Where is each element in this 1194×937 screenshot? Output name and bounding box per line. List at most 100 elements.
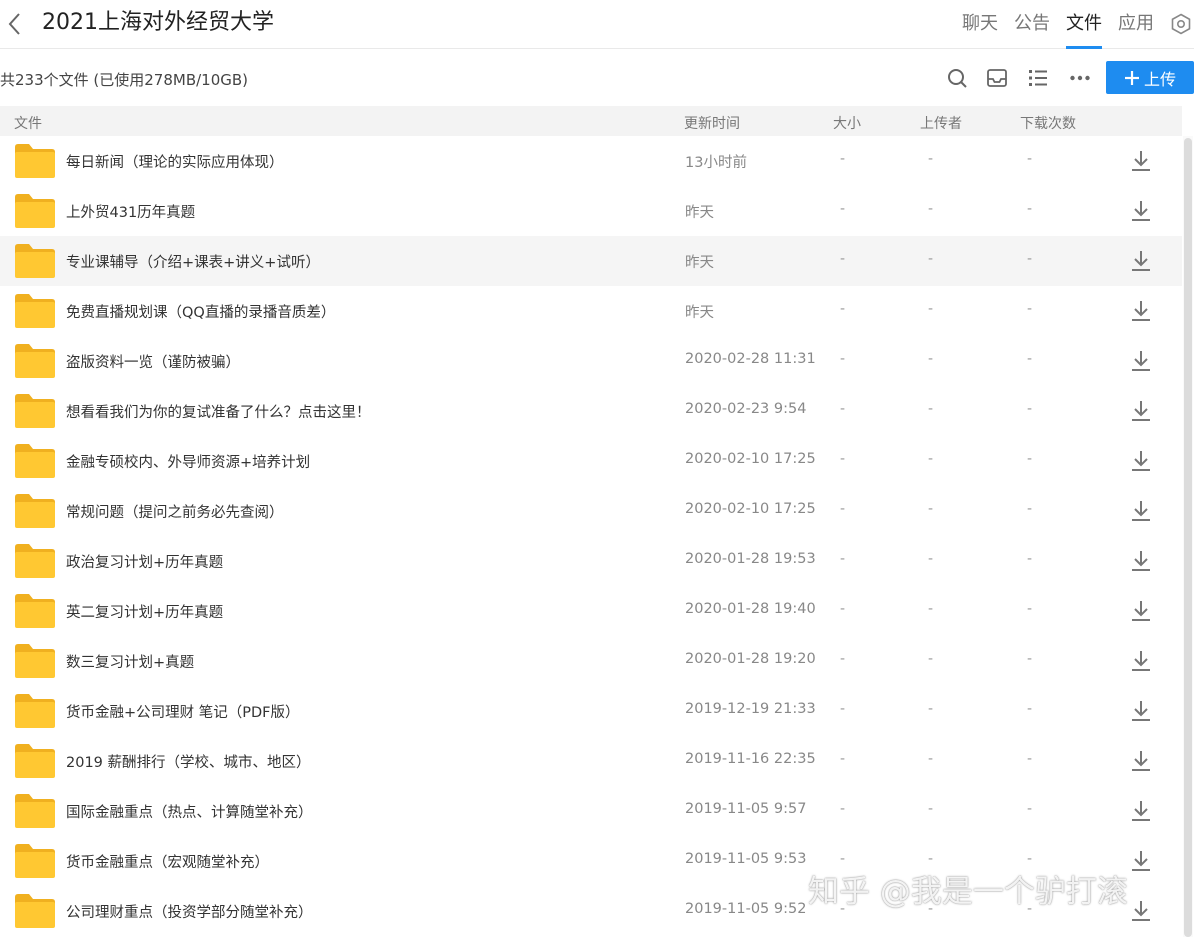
folder-icon [15,494,55,528]
inbox-icon[interactable] [986,67,1008,89]
file-name[interactable]: 金融专硕校内、外导师资源+培养计划 [66,451,310,472]
column-update-time[interactable]: 更新时间 [684,113,740,133]
download-icon[interactable] [1130,899,1152,923]
file-row[interactable]: 政治复习计划+历年真题 2020-01-28 19:53 - - - [0,536,1182,586]
tab-nav: 聊天 公告 文件 应用 [962,0,1194,49]
download-icon[interactable] [1130,199,1152,223]
download-icon[interactable] [1130,649,1152,673]
folder-icon [15,194,55,228]
download-icon[interactable] [1130,449,1152,473]
file-name[interactable]: 数三复习计划+真题 [66,651,194,672]
file-name[interactable]: 常规问题（提问之前务必先查阅） [66,501,284,522]
file-name[interactable]: 英二复习计划+历年真题 [66,601,223,622]
settings-icon[interactable] [1170,13,1192,35]
column-downloads[interactable]: 下载次数 [1020,113,1076,133]
file-size: - [840,451,846,467]
file-row[interactable]: 常规问题（提问之前务必先查阅） 2020-02-10 17:25 - - - [0,486,1182,536]
file-row[interactable]: 盗版资料一览（谨防被骗） 2020-02-28 11:31 - - - [0,336,1182,386]
folder-icon [15,444,55,478]
folder-body [15,602,55,628]
file-download-count: - [1027,201,1033,217]
folder-body [15,902,55,928]
file-download-count: - [1027,701,1033,717]
download-icon[interactable] [1130,349,1152,373]
folder-body [15,302,55,328]
file-row[interactable]: 想看看我们为你的复试准备了什么？点击这里！ 2020-02-23 9:54 - - - [0,386,1182,436]
file-name[interactable]: 每日新闻（理论的实际应用体现） [66,151,284,172]
folder-body [15,852,55,878]
column-name[interactable]: 文件 [14,113,42,133]
file-name[interactable]: 政治复习计划+历年真题 [66,551,223,572]
file-row[interactable]: 免费直播规划课（QQ直播的录播音质差） 昨天 - - - [0,286,1182,336]
list-view-icon[interactable] [1027,67,1049,89]
file-row[interactable]: 货币金融重点（宏观随堂补充） 2019-11-05 9:53 - - - [0,836,1182,886]
column-size[interactable]: 大小 [833,113,861,133]
column-uploader[interactable]: 上传者 [920,113,962,133]
file-uploader: - [928,151,934,167]
folder-body [15,152,55,178]
file-name[interactable]: 免费直播规划课（QQ直播的录播音质差） [66,301,335,322]
tab-chat[interactable]: 聊天 [962,0,998,35]
folder-icon [15,844,55,878]
scrollbar-thumb[interactable] [1184,138,1192,937]
download-icon[interactable] [1130,849,1152,873]
folder-icon [15,544,55,578]
file-row[interactable]: 英二复习计划+历年真题 2020-01-28 19:40 - - - [0,586,1182,636]
back-arrow-icon[interactable] [4,11,26,37]
file-row[interactable]: 专业课辅导（介绍+课表+讲义+试听） 昨天 - - - [0,236,1182,286]
tab-announcements[interactable]: 公告 [1014,0,1050,35]
tab-files[interactable]: 文件 [1066,0,1102,49]
download-icon[interactable] [1130,749,1152,773]
file-size: - [840,501,846,517]
download-icon[interactable] [1130,499,1152,523]
file-name[interactable]: 想看看我们为你的复试准备了什么？点击这里！ [66,401,371,422]
file-name[interactable]: 货币金融+公司理财 笔记（PDF版） [66,701,300,722]
download-icon[interactable] [1130,149,1152,173]
scrollbar[interactable] [1183,136,1193,937]
file-name[interactable]: 上外贸431历年真题 [66,201,195,222]
folder-body [15,452,55,478]
download-icon[interactable] [1130,549,1152,573]
upload-button[interactable]: 上传 [1106,61,1194,94]
tab-apps[interactable]: 应用 [1118,0,1154,35]
file-row[interactable]: 国际金融重点（热点、计算随堂补充） 2019-11-05 9:57 - - - [0,786,1182,836]
file-name[interactable]: 公司理财重点（投资学部分随堂补充） [66,901,313,922]
download-icon[interactable] [1130,299,1152,323]
file-size: - [840,151,846,167]
file-size: - [840,901,846,917]
file-summary: 共233个文件 (已使用278MB/10GB) [0,71,249,89]
file-download-count: - [1027,551,1033,567]
file-row[interactable]: 公司理财重点（投资学部分随堂补充） 2019-11-05 9:52 - - - [0,886,1182,936]
file-update-time: 2020-01-28 19:53 [685,551,816,567]
download-icon[interactable] [1130,249,1152,273]
file-update-time: 昨天 [685,305,714,321]
file-name[interactable]: 专业课辅导（介绍+课表+讲义+试听） [66,251,320,272]
file-download-count: - [1027,851,1033,867]
file-download-count: - [1027,451,1033,467]
file-row[interactable]: 数三复习计划+真题 2020-01-28 19:20 - - - [0,636,1182,686]
file-update-time: 2020-01-28 19:40 [685,601,816,617]
folder-icon [15,894,55,928]
file-row[interactable]: 金融专硕校内、外导师资源+培养计划 2020-02-10 17:25 - - - [0,436,1182,486]
header-bar: 2021上海对外经贸大学 聊天 公告 文件 应用 [0,0,1194,49]
file-download-count: - [1027,901,1033,917]
file-row[interactable]: 上外贸431历年真题 昨天 - - - [0,186,1182,236]
file-update-time: 2020-01-28 19:20 [685,651,816,667]
download-icon[interactable] [1130,799,1152,823]
file-name[interactable]: 国际金融重点（热点、计算随堂补充） [66,801,313,822]
file-uploader: - [928,801,934,817]
file-download-count: - [1027,151,1033,167]
file-row[interactable]: 2019 薪酬排行（学校、城市、地区） 2019-11-16 22:35 - - - [0,736,1182,786]
file-name[interactable]: 盗版资料一览（谨防被骗） [66,351,240,372]
download-icon[interactable] [1130,699,1152,723]
file-name[interactable]: 货币金融重点（宏观随堂补充） [66,851,269,872]
download-icon[interactable] [1130,599,1152,623]
folder-body [15,402,55,428]
search-icon[interactable] [946,67,968,89]
file-row[interactable]: 每日新闻（理论的实际应用体现） 13小时前 - - - [0,136,1182,186]
file-name[interactable]: 2019 薪酬排行（学校、城市、地区） [66,751,311,772]
file-row[interactable]: 货币金融+公司理财 笔记（PDF版） 2019-12-19 21:33 - - - [0,686,1182,736]
more-icon[interactable] [1069,67,1091,89]
download-icon[interactable] [1130,399,1152,423]
file-size: - [840,251,846,267]
